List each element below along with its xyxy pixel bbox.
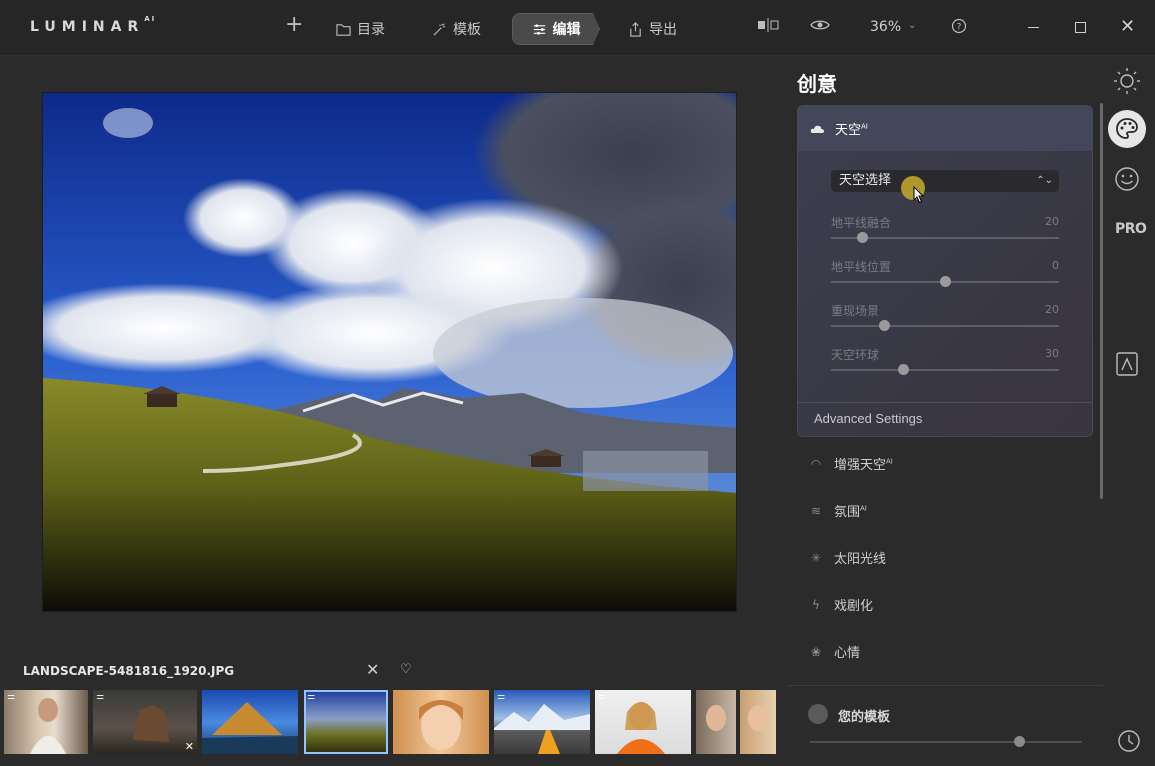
canvas-icon[interactable] xyxy=(1108,352,1146,376)
tab-catalog[interactable]: 目录 xyxy=(336,14,385,44)
add-photos-button[interactable]: + xyxy=(285,14,303,36)
slider-label: 地平线位置 xyxy=(831,260,892,274)
tool-sky-enhancer[interactable]: ◠ 增强天空AI xyxy=(808,454,893,474)
filmstrip: ⚌ ⚌ ✕ ⚌ ⚌ ⚌ xyxy=(4,690,776,756)
slider-handle[interactable] xyxy=(878,320,890,331)
file-name: LANDSCAPE-5481816_1920.JPG xyxy=(23,664,235,678)
horizon-blend-slider[interactable] xyxy=(831,232,1059,243)
top-bar: LUMINARAI + 目录 模板 编辑 导出 36% ⌄ ? ✕ xyxy=(0,0,1155,54)
close-icon[interactable]: ✕ xyxy=(366,660,379,679)
smiley-icon[interactable] xyxy=(1108,166,1146,192)
app-logo: LUMINARAI xyxy=(30,15,157,35)
divider xyxy=(787,685,1103,686)
thumbnail[interactable] xyxy=(696,690,736,754)
tool-dramatic[interactable]: ϟ 戏剧化 xyxy=(808,595,873,615)
maximize-button[interactable] xyxy=(1075,22,1086,33)
slider-label: 天空环球 xyxy=(831,348,880,362)
zoom-level[interactable]: 36% xyxy=(870,19,901,35)
heart-icon[interactable]: ♡ xyxy=(400,662,412,677)
tool-sunrays[interactable]: ✳ 太阳光线 xyxy=(808,548,886,568)
compare-icon[interactable] xyxy=(757,18,779,32)
svg-text:?: ? xyxy=(957,23,962,33)
advanced-settings-toggle[interactable]: Advanced Settings xyxy=(814,411,922,426)
creative-category-button[interactable] xyxy=(1108,110,1146,148)
slider-handle[interactable] xyxy=(857,232,869,243)
thumbnail[interactable]: ⚌ xyxy=(4,690,88,754)
lotus-icon: ❀ xyxy=(810,644,822,659)
panel-scrollbar[interactable] xyxy=(1100,103,1103,499)
slider-handle[interactable] xyxy=(1013,736,1025,747)
help-icon[interactable]: ? xyxy=(951,18,967,34)
tab-edit[interactable]: 编辑 xyxy=(512,13,600,45)
share-icon xyxy=(630,21,641,37)
sliders-icon xyxy=(533,23,545,35)
mouse-cursor-icon xyxy=(913,186,925,204)
eye-icon[interactable] xyxy=(810,18,830,32)
sky-global-slider[interactable] xyxy=(831,364,1059,375)
slider-label: 重现场景 xyxy=(831,304,880,318)
sky-tool-header[interactable]: 天空AI xyxy=(798,106,1092,151)
pro-category-button[interactable]: PRO xyxy=(1115,221,1147,237)
slider-label: 地平线融合 xyxy=(831,216,892,230)
template-thumbnail xyxy=(808,704,828,724)
divider xyxy=(798,402,1092,403)
thumbnail[interactable] xyxy=(740,690,776,754)
tab-export[interactable]: 导出 xyxy=(628,14,677,44)
thumbnail[interactable] xyxy=(393,690,489,754)
horizon-position-slider[interactable] xyxy=(831,276,1059,287)
slider-handle[interactable] xyxy=(898,364,910,375)
rainbow-icon: ◠ xyxy=(810,456,822,471)
adjustments-icon: ⚌ xyxy=(598,692,607,702)
your-templates-label[interactable]: 您的模板 xyxy=(838,706,890,725)
lightning-icon: ϟ xyxy=(812,597,820,612)
close-window-button[interactable]: ✕ xyxy=(1120,16,1135,37)
folder-icon xyxy=(336,23,351,36)
tool-mood[interactable]: ❀ 心情 xyxy=(808,642,860,662)
sky-tool-card: 天空AI 天空选择 ⌃⌄ 地平线融合 20 地平线位置 0 重现场景 20 天空… xyxy=(797,105,1093,437)
sky-selection-dropdown[interactable]: 天空选择 ⌃⌄ xyxy=(831,170,1059,192)
template-amount-slider[interactable] xyxy=(810,736,1082,747)
magic-wand-icon xyxy=(433,22,446,36)
adjustments-icon: ⚌ xyxy=(96,692,105,702)
cloud-icon xyxy=(810,125,824,133)
minimize-button[interactable] xyxy=(1028,27,1039,28)
tool-atmosphere[interactable]: ≋ 氛围AI xyxy=(808,501,867,521)
delete-icon[interactable]: ✕ xyxy=(185,740,194,753)
slider-value: 30 xyxy=(1045,347,1059,360)
adjustments-icon: ⚌ xyxy=(497,692,506,702)
waves-icon: ≋ xyxy=(810,503,822,518)
panel-title: 创意 xyxy=(797,72,837,96)
slider-handle[interactable] xyxy=(939,276,951,287)
sun-icon[interactable] xyxy=(1108,66,1146,96)
chevron-updown-icon: ⌃⌄ xyxy=(1036,175,1053,186)
history-icon[interactable] xyxy=(1108,728,1146,754)
chevron-down-icon[interactable]: ⌄ xyxy=(908,20,916,31)
thumbnail-selected[interactable]: ⚌ xyxy=(304,690,388,754)
adjustments-icon: ⚌ xyxy=(307,692,316,702)
palette-icon xyxy=(1116,118,1138,139)
thumbnail[interactable]: ⚌ xyxy=(494,690,590,754)
thumbnail[interactable]: ⚌ xyxy=(595,690,691,754)
thumbnail[interactable] xyxy=(202,690,298,754)
slider-value: 20 xyxy=(1045,215,1059,228)
main-photo[interactable] xyxy=(42,92,737,612)
adjustments-icon: ⚌ xyxy=(7,692,16,702)
slider-value: 20 xyxy=(1045,303,1059,316)
sun-rays-icon: ✳ xyxy=(810,550,822,565)
relight-scene-slider[interactable] xyxy=(831,320,1059,331)
thumbnail[interactable]: ⚌ ✕ xyxy=(93,690,197,754)
slider-value: 0 xyxy=(1052,259,1059,272)
tab-templates[interactable]: 模板 xyxy=(432,14,481,44)
